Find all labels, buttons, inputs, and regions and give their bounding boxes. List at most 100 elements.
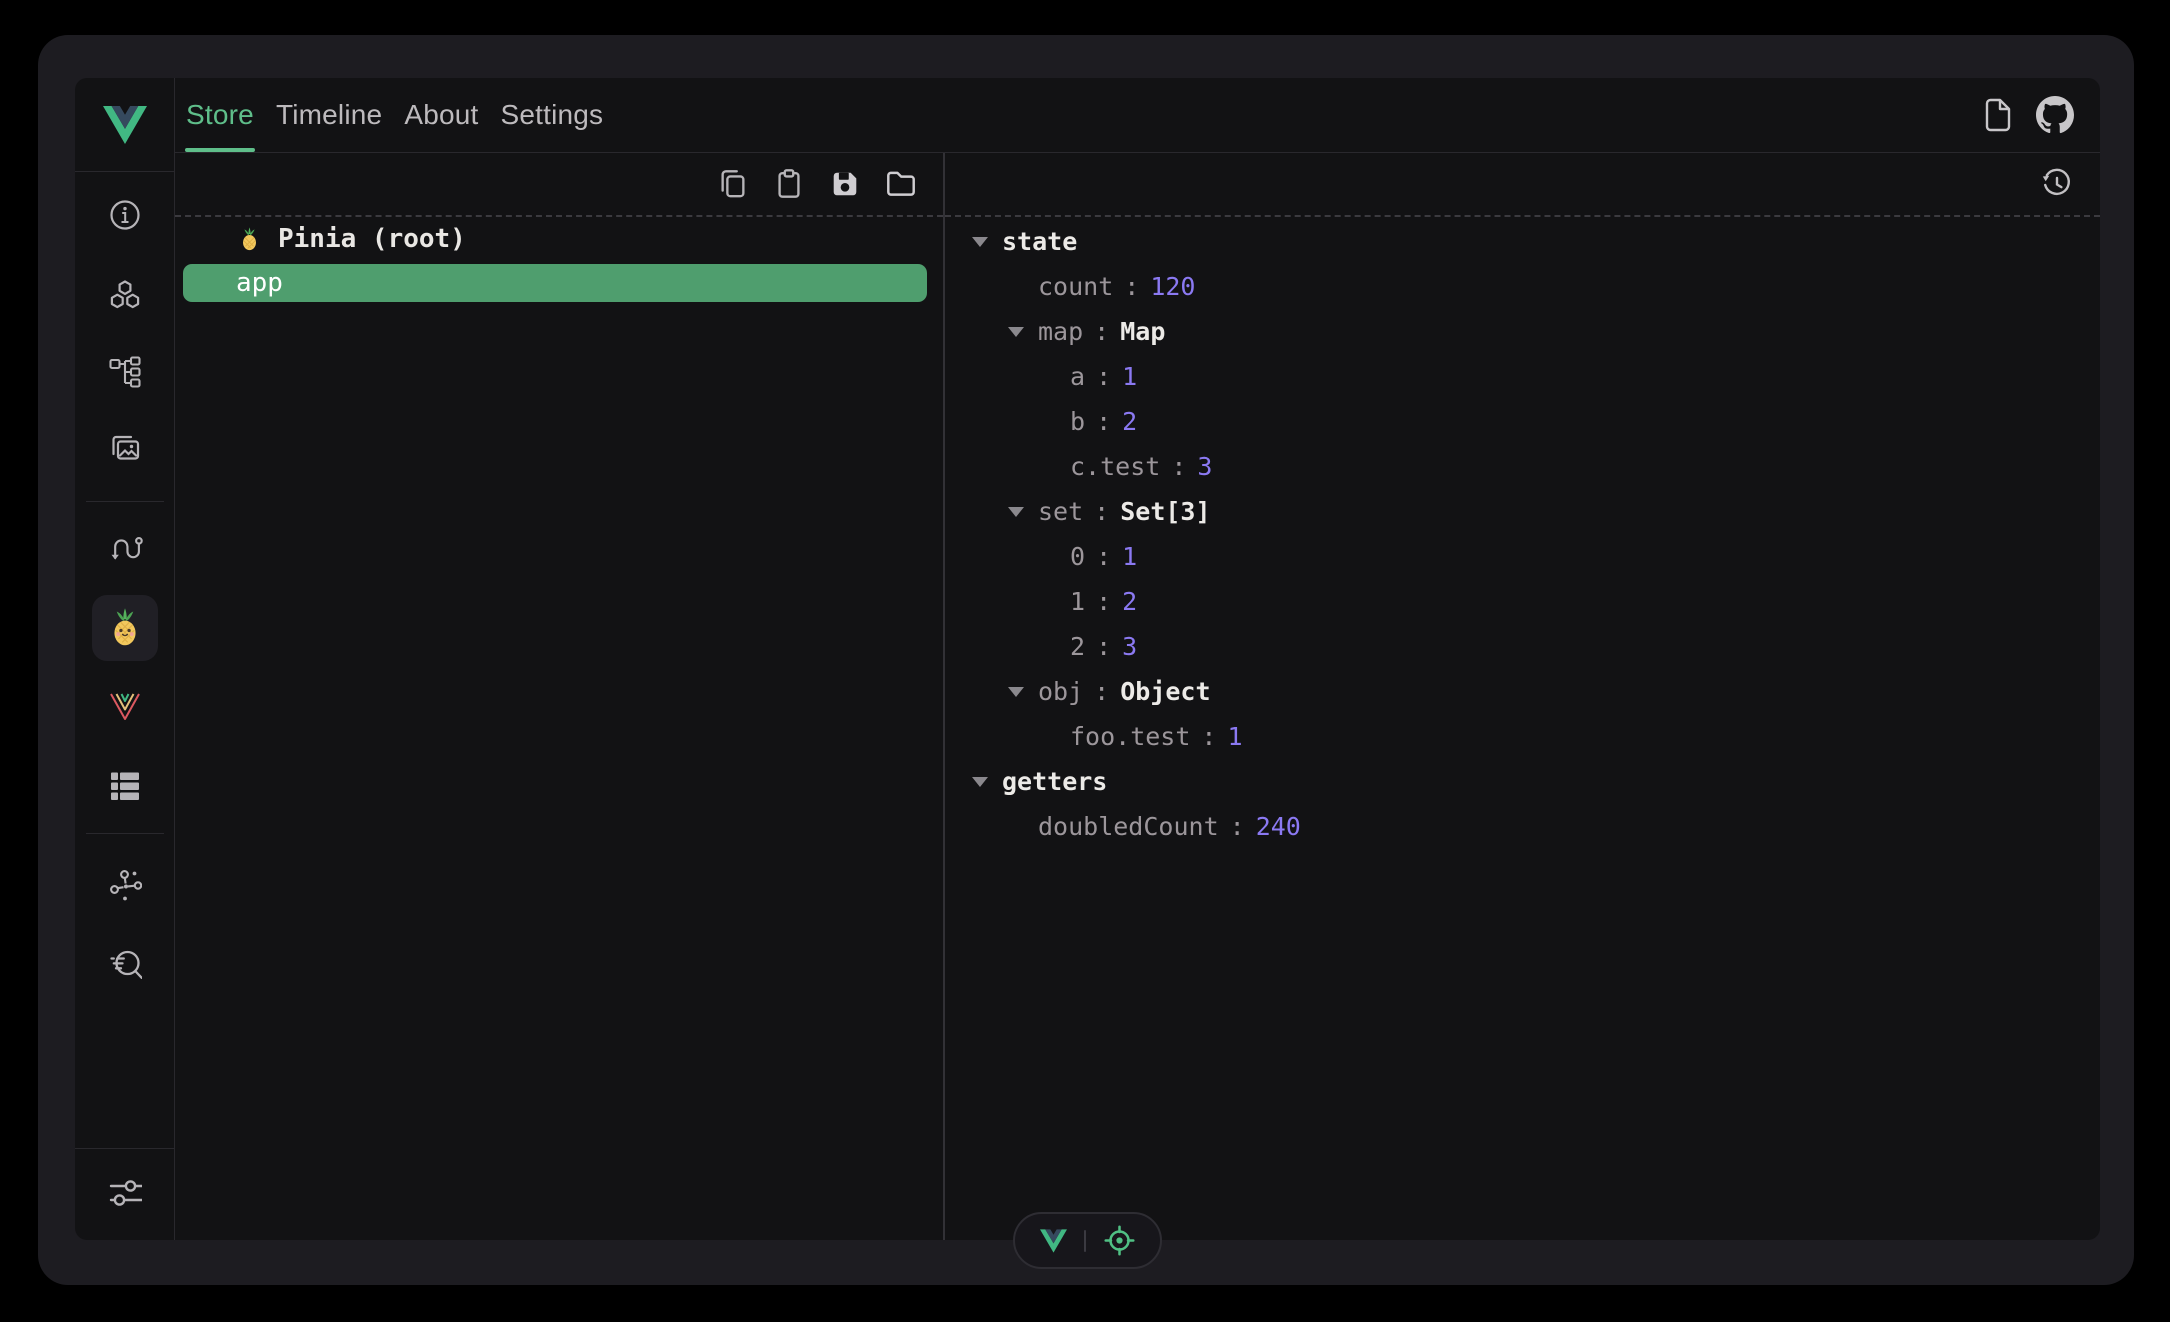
tree-row[interactable]: a : 1: [945, 354, 2099, 399]
key-value-separator: :: [1094, 497, 1109, 526]
tree-value: 240: [1256, 812, 1301, 841]
tree-row[interactable]: state: [945, 219, 2099, 264]
tree-key: state: [1002, 227, 1077, 256]
tree-value: 120: [1150, 272, 1195, 301]
tab-settings[interactable]: Settings: [489, 78, 614, 152]
tree-value: 3: [1197, 452, 1212, 481]
tree-row[interactable]: set : Set[3]: [945, 489, 2099, 534]
store-root-row[interactable]: Pinia (root): [175, 219, 943, 259]
sidebar-item-settings[interactable]: [97, 1164, 153, 1220]
pineapple-icon: [236, 226, 263, 253]
topbar: StoreTimelineAboutSettings: [175, 78, 2100, 153]
tree-value: 3: [1122, 632, 1137, 661]
tab-timeline[interactable]: Timeline: [265, 78, 393, 152]
tree-value: 1: [1122, 542, 1137, 571]
inspector-toolbar: [945, 153, 2100, 217]
devtools-panel: StoreTimelineAboutSettings: [75, 78, 2100, 1240]
expander-icon[interactable]: [970, 237, 990, 247]
sidebar-item-vue-plugin[interactable]: [97, 678, 153, 734]
key-value-separator: :: [1094, 317, 1109, 346]
sidebar-item-pages[interactable]: [97, 344, 153, 400]
tree-key: doubledCount: [1038, 812, 1219, 841]
sidebar-item-components[interactable]: [97, 268, 153, 324]
key-value-separator: :: [1230, 812, 1245, 841]
tree-value: 1: [1122, 362, 1137, 391]
tree-key: 1: [1070, 587, 1085, 616]
tree-key: foo.test: [1070, 722, 1190, 751]
store-toolbar: [175, 153, 943, 217]
tree-row[interactable]: count : 120: [945, 264, 2099, 309]
store-item-app[interactable]: app: [183, 264, 927, 302]
key-value-separator: :: [1094, 677, 1109, 706]
inspect-target-icon: [1103, 1224, 1136, 1257]
sidebar-item-assets[interactable]: [97, 421, 153, 477]
tree-row[interactable]: c.test : 3: [945, 444, 2099, 489]
expander-icon[interactable]: [1006, 507, 1026, 517]
tab-bar: StoreTimelineAboutSettings: [175, 78, 614, 152]
component-inspector-button[interactable]: [1103, 1224, 1136, 1257]
tree-row[interactable]: 2 : 3: [945, 624, 2099, 669]
sidebar-item-overview[interactable]: [97, 187, 153, 243]
tree-key: c.test: [1070, 452, 1160, 481]
tree-row[interactable]: foo.test : 1: [945, 714, 2099, 759]
tree-row[interactable]: getters: [945, 759, 2099, 804]
tree-icon: [108, 355, 142, 389]
file-icon: [1982, 97, 2014, 133]
tree-row[interactable]: 1 : 2: [945, 579, 2099, 624]
sidebar-bottom-divider: [75, 1148, 174, 1149]
key-value-separator: :: [1096, 587, 1111, 616]
vue-plugin-v-icon: [107, 689, 143, 723]
store-root-label: Pinia (root): [278, 224, 466, 254]
open-state-file-button[interactable]: [885, 168, 917, 200]
key-value-separator: :: [1096, 632, 1111, 661]
tree-row[interactable]: obj : Object: [945, 669, 2099, 714]
key-value-separator: :: [1124, 272, 1139, 301]
sidebar-item-entries[interactable]: [97, 758, 153, 814]
folder-icon: [885, 168, 917, 200]
docs-button[interactable]: [1982, 97, 2014, 133]
github-button[interactable]: [2036, 96, 2074, 134]
tab-about[interactable]: About: [393, 78, 489, 152]
tree-key: map: [1038, 317, 1083, 346]
floating-toolbar: [1013, 1212, 1162, 1269]
sidebar-item-pinia[interactable]: [92, 595, 158, 661]
tree-key: 0: [1070, 542, 1085, 571]
vue-logo-icon: [103, 106, 147, 144]
expander-icon[interactable]: [1006, 327, 1026, 337]
expander-icon[interactable]: [1006, 687, 1026, 697]
store-list: Pinia (root) app: [175, 219, 943, 302]
tree-row[interactable]: map : Map: [945, 309, 2099, 354]
devtools-toggle-button[interactable]: [1040, 1229, 1067, 1253]
tab-store[interactable]: Store: [175, 78, 265, 152]
search-lines-icon: [108, 948, 142, 982]
save-state-button[interactable]: [829, 168, 861, 200]
copy-icon: [717, 168, 749, 200]
list-rows-icon: [108, 769, 142, 803]
copy-state-button[interactable]: [717, 168, 749, 200]
key-value-separator: :: [1096, 542, 1111, 571]
expander-icon[interactable]: [970, 777, 990, 787]
tree-key: set: [1038, 497, 1083, 526]
history-icon: [2040, 167, 2074, 201]
tree-row[interactable]: 0 : 1: [945, 534, 2099, 579]
key-value-separator: :: [1171, 452, 1186, 481]
vue-logo: [75, 78, 175, 172]
tree-key: a: [1070, 362, 1085, 391]
history-button[interactable]: [2040, 167, 2074, 201]
graph-network-icon: [108, 868, 142, 902]
pill-divider: [1084, 1230, 1086, 1252]
sidebar-item-inspect[interactable]: [97, 937, 153, 993]
tree-key: count: [1038, 272, 1113, 301]
tree-row[interactable]: b : 2: [945, 399, 2099, 444]
tree-key: b: [1070, 407, 1085, 436]
key-value-separator: :: [1096, 362, 1111, 391]
tree-value: 2: [1122, 407, 1137, 436]
tree-key: getters: [1002, 767, 1107, 796]
tree-value: Set[3]: [1120, 497, 1210, 526]
github-icon: [2036, 96, 2074, 134]
sidebar: [75, 78, 175, 1240]
tree-row[interactable]: doubledCount : 240: [945, 804, 2099, 849]
sidebar-item-timeline[interactable]: [97, 521, 153, 577]
paste-state-button[interactable]: [773, 168, 805, 200]
sidebar-item-graph[interactable]: [97, 857, 153, 913]
